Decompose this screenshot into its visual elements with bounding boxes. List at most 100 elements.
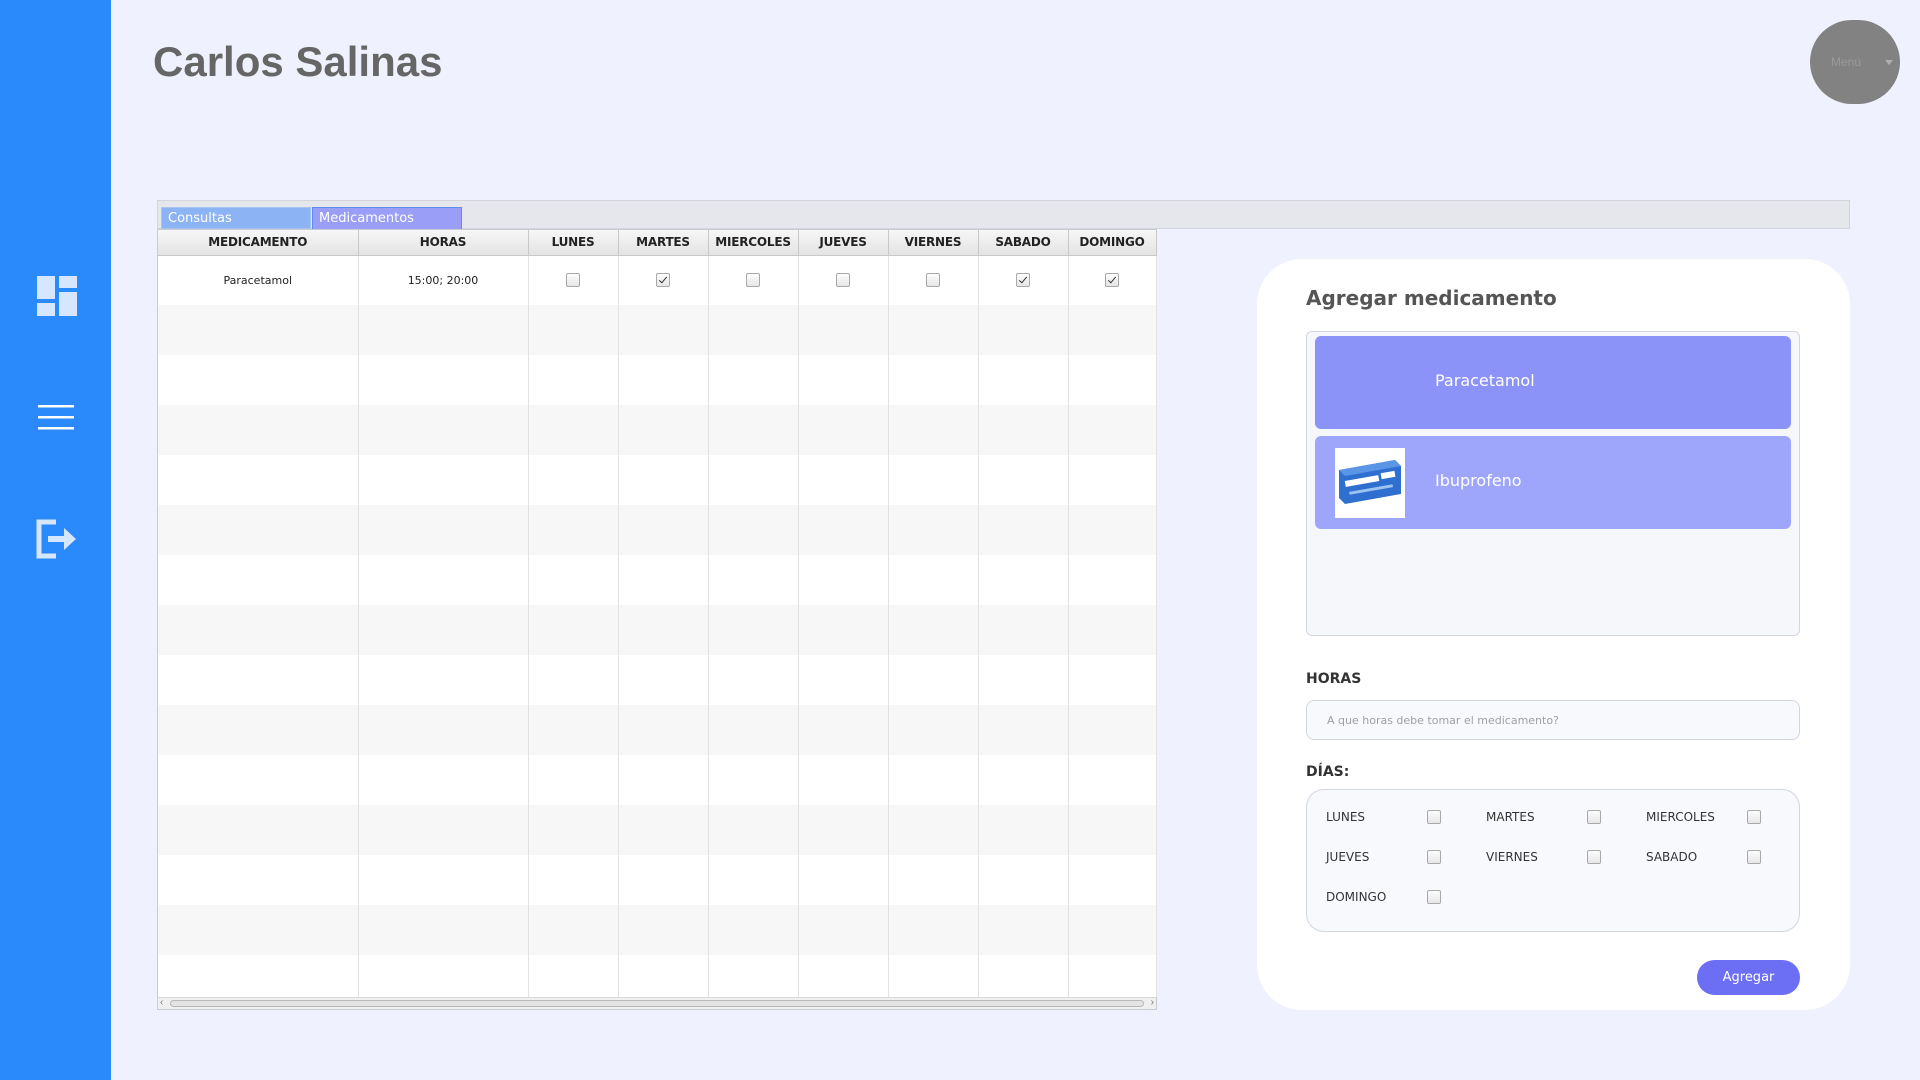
table-cell	[798, 655, 889, 705]
table-row[interactable]	[158, 555, 1157, 605]
table-cell	[358, 555, 529, 605]
scroll-left-icon[interactable]: ‹	[160, 997, 163, 1008]
table-cell	[358, 455, 529, 505]
hamburger-menu-icon[interactable]	[36, 397, 78, 439]
table-row[interactable]	[158, 955, 1157, 997]
table-cell	[358, 705, 529, 755]
day-checkbox[interactable]	[926, 273, 940, 288]
table-cell	[528, 855, 619, 905]
column-header[interactable]: LUNES	[528, 230, 619, 256]
table-cell	[618, 455, 709, 505]
table-cell	[708, 655, 799, 705]
medication-list: Paracetamol Ibuprofeno	[1306, 331, 1800, 636]
table-row[interactable]	[158, 505, 1157, 555]
table-cell	[158, 455, 359, 505]
day-label-lunes: LUNES	[1326, 810, 1366, 824]
table-cell	[888, 405, 979, 455]
table-row[interactable]: Paracetamol 15:00; 20:00	[158, 255, 1157, 305]
table-cell	[528, 455, 619, 505]
day-checkbox[interactable]	[1016, 273, 1030, 288]
table-cell	[358, 405, 529, 455]
column-header[interactable]: MIERCOLES	[708, 230, 799, 256]
day-checkbox-martes[interactable]	[1587, 810, 1601, 824]
day-checkbox-viernes[interactable]	[1587, 850, 1601, 864]
menu-button[interactable]: Menú	[1810, 20, 1900, 104]
horizontal-scrollbar[interactable]: ‹ ›	[158, 997, 1156, 1009]
table-row[interactable]	[158, 705, 1157, 755]
day-checkbox-sabado[interactable]	[1747, 850, 1761, 864]
column-header[interactable]: DOMINGO	[1068, 230, 1157, 256]
table-cell	[888, 605, 979, 655]
day-label-sabado: SABADO	[1646, 850, 1698, 864]
table-cell	[798, 355, 889, 405]
scroll-right-icon[interactable]: ›	[1151, 997, 1154, 1008]
table-cell	[1068, 555, 1157, 605]
table-cell	[618, 255, 709, 305]
table-cell	[978, 555, 1069, 605]
column-header[interactable]: HORAS	[358, 230, 529, 256]
day-checkbox-jueves[interactable]	[1427, 850, 1441, 864]
add-medication-button[interactable]: Agregar	[1697, 960, 1800, 995]
day-checkbox[interactable]	[656, 273, 670, 288]
table-row[interactable]	[158, 305, 1157, 355]
table-cell	[618, 955, 709, 997]
day-checkbox[interactable]	[566, 273, 580, 288]
table-cell	[798, 755, 889, 805]
table-cell	[158, 305, 359, 355]
table-row[interactable]	[158, 755, 1157, 805]
scrollbar-thumb[interactable]	[170, 1000, 1144, 1007]
table-cell	[888, 655, 979, 705]
table-cell	[618, 805, 709, 855]
day-checkbox-domingo[interactable]	[1427, 890, 1441, 904]
day-checkbox-lunes[interactable]	[1427, 810, 1441, 824]
column-header[interactable]: SABADO	[978, 230, 1069, 256]
column-header[interactable]: MARTES	[618, 230, 709, 256]
day-checkbox[interactable]	[836, 273, 850, 288]
table-cell	[358, 505, 529, 555]
table-cell	[528, 755, 619, 805]
table-cell	[978, 855, 1069, 905]
table-row[interactable]	[158, 605, 1157, 655]
table-cell	[358, 355, 529, 405]
table-cell	[158, 955, 359, 997]
table-cell	[978, 405, 1069, 455]
table-cell	[618, 405, 709, 455]
table-cell: Paracetamol	[158, 255, 359, 305]
table-row[interactable]	[158, 455, 1157, 505]
table-cell	[978, 355, 1069, 405]
table-row[interactable]	[158, 355, 1157, 405]
table-cell	[888, 955, 979, 997]
table-cell	[708, 555, 799, 605]
dashboard-icon[interactable]	[36, 275, 78, 317]
day-checkbox[interactable]	[746, 273, 760, 288]
table-row[interactable]	[158, 405, 1157, 455]
table-cell	[1068, 655, 1157, 705]
table-row[interactable]	[158, 655, 1157, 705]
tab-medicamentos[interactable]: Medicamentos	[312, 207, 462, 230]
hours-input[interactable]	[1306, 700, 1800, 740]
logout-icon[interactable]	[36, 518, 78, 560]
day-label-jueves: JUEVES	[1326, 850, 1370, 864]
table-cell	[618, 305, 709, 355]
table-cell	[528, 605, 619, 655]
table-row[interactable]	[158, 805, 1157, 855]
table-cell	[618, 605, 709, 655]
list-item-paracetamol[interactable]: Paracetamol	[1315, 336, 1791, 429]
day-checkbox-miercoles[interactable]	[1747, 810, 1761, 824]
column-header[interactable]: JUEVES	[798, 230, 889, 256]
table-cell	[358, 805, 529, 855]
day-label-miercoles: MIERCOLES	[1646, 810, 1715, 824]
list-item-ibuprofeno[interactable]: Ibuprofeno	[1315, 436, 1791, 529]
table-row[interactable]	[158, 855, 1157, 905]
day-checkbox[interactable]	[1105, 273, 1119, 288]
column-header[interactable]: VIERNES	[888, 230, 979, 256]
add-medication-card: Agregar medicamento Paracetamol Ibuprofe…	[1257, 259, 1850, 1010]
table-row[interactable]	[158, 905, 1157, 955]
column-header[interactable]: MEDICAMENTO	[158, 230, 359, 256]
hours-label: HORAS	[1306, 671, 1362, 687]
table-cell	[888, 455, 979, 505]
table-cell	[708, 255, 799, 305]
tab-consultas[interactable]: Consultas	[161, 207, 311, 229]
table-cell	[798, 705, 889, 755]
table-cell	[528, 305, 619, 355]
